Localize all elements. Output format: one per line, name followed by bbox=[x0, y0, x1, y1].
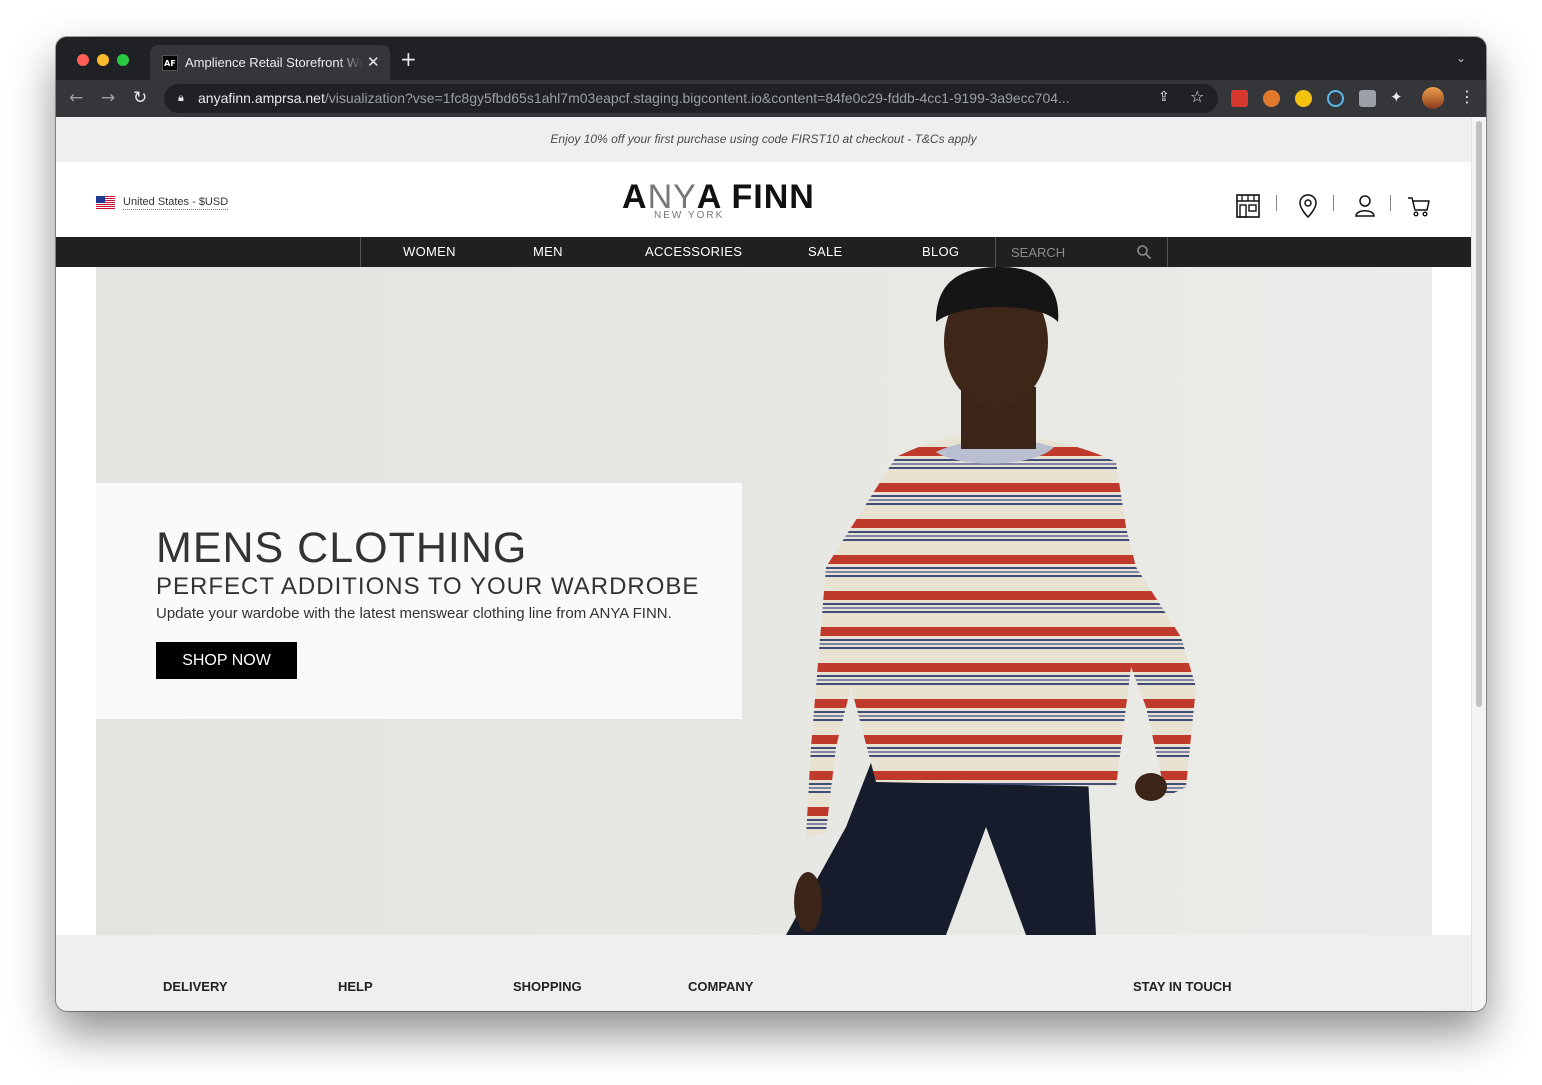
url-host: anyafinn.amprsa.net bbox=[198, 90, 325, 106]
maximize-window-button[interactable] bbox=[117, 54, 129, 66]
nav-item-accessories[interactable]: ACCESSORIES bbox=[645, 237, 742, 267]
url-path: /visualization?vse=1fc8gy5fbd65s1ahl7m03… bbox=[324, 90, 1070, 106]
search-icon[interactable] bbox=[1136, 244, 1152, 260]
footer-heading-help: HELP bbox=[338, 979, 373, 994]
hero-model-image bbox=[786, 267, 1196, 935]
footer-heading-company: COMPANY bbox=[688, 979, 754, 994]
footer-heading-delivery: DELIVERY bbox=[163, 979, 228, 994]
site-footer: DELIVERY HELP SHOPPING COMPANY STAY IN T… bbox=[56, 935, 1471, 1011]
logo-wordmark: ANYA FINN bbox=[622, 180, 815, 214]
hero-banner: MENS CLOTHING PERFECT ADDITIONS TO YOUR … bbox=[96, 267, 1432, 935]
hero-subtitle: PERFECT ADDITIONS TO YOUR WARDROBE bbox=[156, 573, 700, 600]
site-header: United States - $USD ANYA FINN NEW YORK bbox=[56, 162, 1471, 237]
lock-icon[interactable]: 🔒︎ bbox=[178, 91, 184, 105]
minimize-window-button[interactable] bbox=[97, 54, 109, 66]
extension-screenshot-icon[interactable] bbox=[1359, 90, 1376, 107]
tab-favicon-icon: AF bbox=[162, 55, 178, 71]
nav-item-women[interactable]: WOMEN bbox=[403, 237, 456, 267]
new-tab-icon[interactable]: + bbox=[400, 47, 417, 71]
shopping-cart-icon[interactable] bbox=[1406, 193, 1432, 219]
header-divider bbox=[1333, 195, 1334, 211]
extension-metamask-icon[interactable] bbox=[1263, 90, 1280, 107]
share-icon[interactable]: ⇪ bbox=[1158, 89, 1170, 105]
page-scrollbar[interactable] bbox=[1471, 117, 1486, 1011]
tab-strip: AF Amplience Retail Storefront Web App ✕… bbox=[56, 37, 1486, 80]
tab-search-icon[interactable]: ⌄ bbox=[1456, 51, 1466, 65]
search-input[interactable] bbox=[996, 237, 1141, 267]
store-locator-icon[interactable] bbox=[1235, 193, 1261, 219]
forward-icon[interactable]: → bbox=[101, 88, 115, 108]
extension-lastpass-icon[interactable] bbox=[1231, 90, 1248, 107]
nav-menu: WOMEN MEN ACCESSORIES SALE BLOG bbox=[360, 237, 1168, 267]
browser-window: AF Amplience Retail Storefront Web App ✕… bbox=[56, 37, 1486, 1011]
page-viewport: Enjoy 10% off your first purchase using … bbox=[56, 117, 1486, 1011]
nav-item-blog[interactable]: BLOG bbox=[922, 237, 959, 267]
main-navigation: WOMEN MEN ACCESSORIES SALE BLOG bbox=[56, 237, 1471, 267]
site-logo[interactable]: ANYA FINN NEW YORK bbox=[622, 180, 834, 224]
promo-text: Enjoy 10% off your first purchase using … bbox=[550, 132, 977, 146]
extension-binance-icon[interactable] bbox=[1295, 90, 1312, 107]
profile-avatar[interactable] bbox=[1422, 87, 1444, 109]
hero-text-card: MENS CLOTHING PERFECT ADDITIONS TO YOUR … bbox=[96, 483, 742, 719]
hero-title: MENS CLOTHING bbox=[156, 524, 528, 572]
address-bar[interactable]: 🔒︎ anyafinn.amprsa.net/visualization?vse… bbox=[164, 84, 1218, 113]
browser-toolbar: ← → ↻ 🔒︎ anyafinn.amprsa.net/visualizati… bbox=[56, 80, 1486, 117]
nav-item-sale[interactable]: SALE bbox=[808, 237, 842, 267]
extension-react-devtools-icon[interactable] bbox=[1327, 90, 1344, 107]
shop-now-button[interactable]: SHOP NOW bbox=[156, 642, 297, 679]
extensions-puzzle-icon[interactable]: ✦ bbox=[1390, 88, 1407, 106]
locale-text: United States - $USD bbox=[123, 196, 229, 210]
reload-icon[interactable]: ↻ bbox=[133, 88, 147, 108]
hero-description: Update your wardobe with the latest mens… bbox=[156, 605, 672, 622]
location-pin-icon[interactable] bbox=[1295, 193, 1321, 219]
tab-close-icon[interactable]: ✕ bbox=[367, 53, 380, 71]
back-icon[interactable]: ← bbox=[69, 88, 83, 108]
logo-subtitle: NEW YORK bbox=[654, 210, 725, 221]
scrollbar-thumb[interactable] bbox=[1476, 121, 1482, 707]
footer-heading-shopping: SHOPPING bbox=[513, 979, 582, 994]
account-user-icon[interactable] bbox=[1352, 193, 1378, 219]
browser-tab[interactable]: AF Amplience Retail Storefront Web App ✕ bbox=[150, 45, 390, 80]
url-text[interactable]: anyafinn.amprsa.net/visualization?vse=1f… bbox=[198, 90, 1148, 106]
header-divider bbox=[1390, 195, 1391, 211]
promo-banner: Enjoy 10% off your first purchase using … bbox=[56, 117, 1471, 162]
logo-part-1: A bbox=[622, 178, 648, 216]
header-divider bbox=[1276, 195, 1277, 211]
nav-item-men[interactable]: MEN bbox=[533, 237, 563, 267]
us-flag-icon bbox=[96, 196, 115, 210]
search-box bbox=[995, 237, 1167, 267]
close-window-button[interactable] bbox=[77, 54, 89, 66]
browser-menu-icon[interactable]: ⋮ bbox=[1459, 87, 1475, 106]
footer-heading-stay-in-touch: STAY IN TOUCH bbox=[1133, 979, 1232, 994]
bookmark-star-icon[interactable]: ☆ bbox=[1190, 87, 1204, 106]
tab-title: Amplience Retail Storefront Web App bbox=[185, 55, 363, 70]
